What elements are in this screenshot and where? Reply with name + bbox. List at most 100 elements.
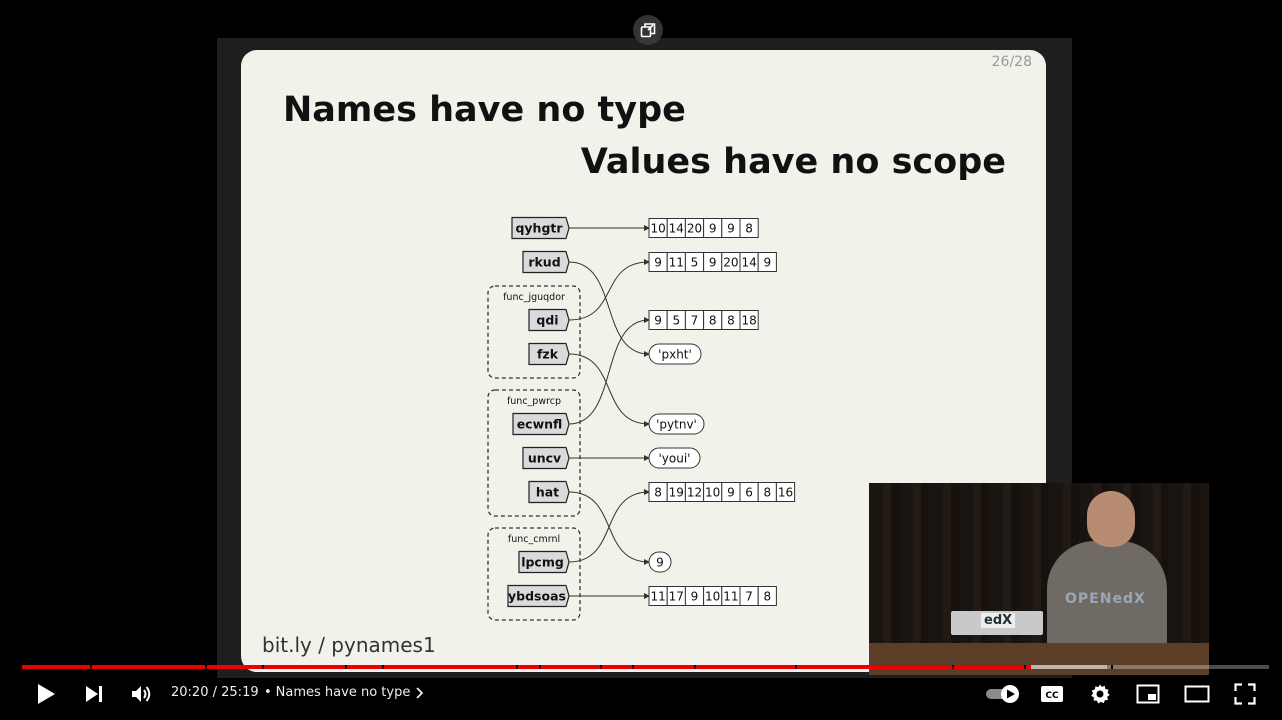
speaker-shirt-logo: OPENedX [1065, 591, 1146, 607]
chapter-bullet: • [264, 685, 272, 700]
list-cell-value: 20 [687, 222, 702, 236]
chapter-marker [795, 665, 797, 669]
chapter-marker [600, 665, 602, 669]
chapter-marker [205, 665, 207, 669]
webcam-inset: OPENedX edX [869, 483, 1209, 675]
reference-arrow [568, 353, 650, 427]
list-cell-value: 17 [669, 590, 684, 604]
copy-link-button[interactable] [633, 15, 663, 45]
list-cell-value: 14 [741, 256, 756, 270]
scalar-label: 'pytnv' [656, 418, 697, 432]
chapter-marker [952, 665, 954, 669]
list-cell-value: 9 [709, 222, 717, 236]
subtitles-button[interactable]: CC [1034, 676, 1070, 712]
duration: 25:19 [221, 685, 259, 700]
chapter-marker [632, 665, 634, 669]
chapter-marker [516, 665, 518, 669]
list-cell-value: 5 [691, 256, 699, 270]
theater-mode-icon [1184, 685, 1210, 703]
chapter-marker [262, 665, 264, 669]
list-cell-value: 12 [687, 486, 702, 500]
settings-button[interactable] [1082, 676, 1118, 712]
theater-mode-button[interactable] [1178, 676, 1216, 712]
list-cell-value: 8 [709, 314, 717, 328]
chapter-button[interactable]: • Names have no type [264, 685, 424, 700]
gear-icon [1091, 684, 1110, 704]
chapter-marker [694, 665, 696, 669]
reference-arrow [568, 261, 650, 357]
list-cell-value: 8 [745, 222, 753, 236]
name-label: fzk [537, 347, 559, 362]
list-cell-value: 11 [723, 590, 738, 604]
list-cell-value: 9 [691, 590, 699, 604]
list-cell-value: 9 [654, 256, 662, 270]
list-cell-value: 10 [705, 590, 720, 604]
name-label: ecwnfl [517, 417, 563, 432]
list-cell-value: 19 [669, 486, 684, 500]
podium-table [869, 643, 1209, 675]
chevron-right-icon [416, 686, 424, 699]
list-cell-value: 8 [763, 486, 771, 500]
list-cell-value: 8 [763, 590, 771, 604]
time-separator: / [212, 685, 217, 700]
list-cell-value: 9 [727, 486, 735, 500]
chapter-marker [382, 665, 384, 669]
chapter-marker [1024, 665, 1026, 669]
scalar-label: 9 [656, 556, 664, 570]
slide-footer-link: bit.ly / pynames1 [262, 633, 436, 657]
name-label: qdi [536, 313, 558, 328]
list-cell-value: 9 [654, 314, 662, 328]
list-cell-value: 5 [672, 314, 680, 328]
name-label: hat [536, 485, 559, 500]
autoplay-toggle[interactable] [982, 676, 1022, 712]
svg-text:CC: CC [1045, 691, 1059, 701]
list-cell-value: 16 [778, 486, 793, 500]
volume-icon [132, 686, 151, 702]
name-label: ybdsoas [508, 589, 566, 604]
mute-button[interactable] [124, 676, 160, 712]
autoplay-toggle-icon [986, 685, 1019, 703]
progress-played [22, 665, 1031, 669]
reference-arrow [568, 489, 650, 563]
fullscreen-button[interactable] [1226, 676, 1264, 712]
list-cell-value: 6 [745, 486, 753, 500]
list-cell-value: 7 [745, 590, 753, 604]
list-cell-value: 18 [741, 314, 756, 328]
list-cell-value: 8 [654, 486, 662, 500]
chapter-marker [539, 665, 541, 669]
list-cell-value: 9 [727, 222, 735, 236]
list-cell-value: 14 [669, 222, 684, 236]
function-frame-label: func_pwrcp [507, 396, 561, 407]
progress-bar[interactable] [22, 665, 1269, 669]
play-button[interactable] [28, 676, 64, 712]
chapter-marker [1111, 665, 1113, 669]
player-controls: 20:20 / 25:19 • Names have no type CC [0, 676, 1282, 712]
speaker-head [1087, 491, 1135, 547]
time-display: 20:20 / 25:19 [171, 685, 259, 700]
list-cell-value: 8 [727, 314, 735, 328]
miniplayer-icon [1136, 684, 1160, 704]
next-icon [86, 686, 102, 702]
reference-arrow [568, 259, 650, 321]
miniplayer-button[interactable] [1130, 676, 1166, 712]
list-cell-value: 7 [691, 314, 699, 328]
name-label: uncv [528, 451, 561, 466]
list-cell-value: 11 [650, 590, 665, 604]
next-button[interactable] [76, 676, 112, 712]
video-player[interactable]: 26/28 Names have no type Values have no … [0, 0, 1282, 720]
name-label: lpcmg [521, 555, 564, 570]
name-label: rkud [528, 255, 560, 270]
scalar-label: 'pxht' [658, 348, 692, 362]
list-cell-value: 9 [709, 256, 717, 270]
list-cell-value: 9 [763, 256, 771, 270]
list-cell-value: 10 [705, 486, 720, 500]
function-frame-label: func_cmrnl [508, 534, 560, 545]
current-time: 20:20 [171, 685, 209, 700]
list-cell-value: 11 [669, 256, 684, 270]
name-label: qyhgtr [515, 221, 563, 236]
list-cell-value: 20 [723, 256, 738, 270]
chapter-marker [90, 665, 92, 669]
copy-link-icon [640, 23, 656, 38]
play-icon [38, 684, 55, 704]
chapter-marker [345, 665, 347, 669]
